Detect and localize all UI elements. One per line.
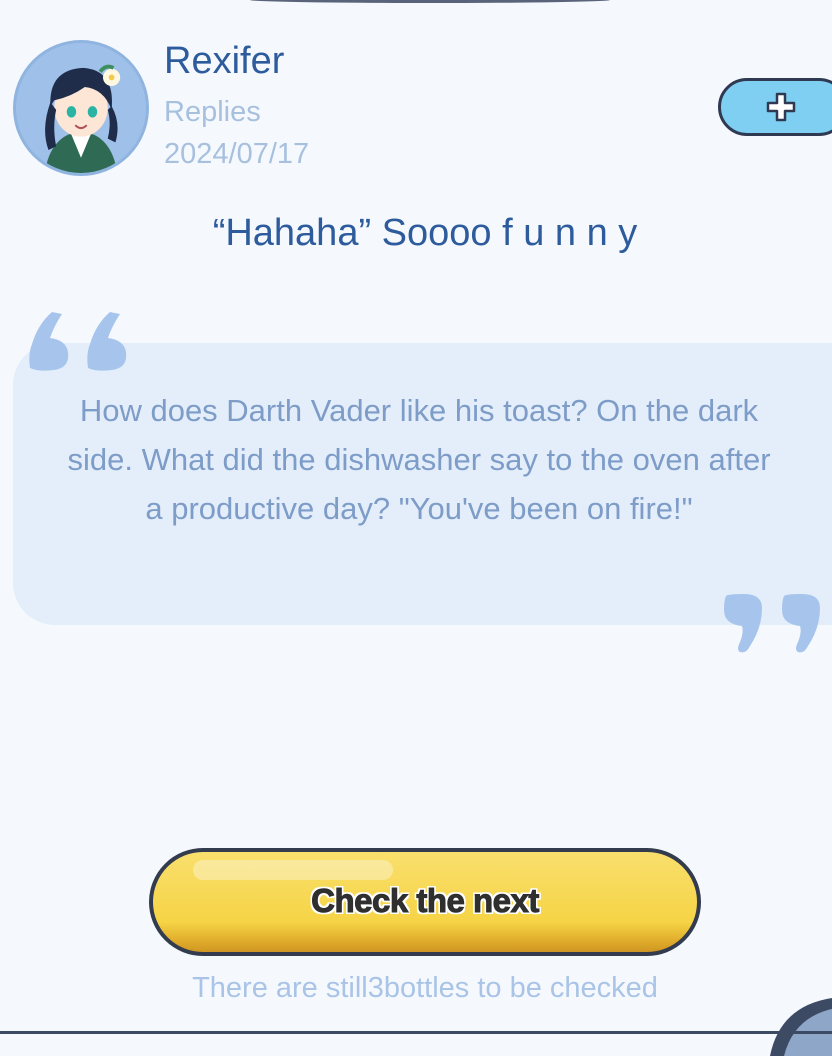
button-shine <box>193 860 393 880</box>
avatar-illustration <box>16 43 146 173</box>
quote-text: How does Darth Vader like his toast? On … <box>67 393 771 526</box>
reply-headline: “Hahaha” Soooo f u n n y <box>212 212 638 254</box>
check-next-button[interactable]: Check the next <box>149 848 701 956</box>
add-button[interactable] <box>718 78 832 136</box>
post-date: 2024/07/17 <box>164 138 310 170</box>
check-next-label: Check the next <box>311 882 540 920</box>
plus-icon <box>766 92 796 122</box>
remaining-bottles-text: There are still3bottles to be checked <box>192 972 658 1004</box>
reply-label: Replies <box>164 96 261 128</box>
quote-close-icon <box>724 594 820 653</box>
quote-open-icon <box>29 312 127 371</box>
corner-decoration <box>770 998 832 1056</box>
username[interactable]: Rexifer <box>164 40 284 83</box>
top-edge-decoration <box>250 0 610 3</box>
avatar[interactable] <box>13 40 149 176</box>
